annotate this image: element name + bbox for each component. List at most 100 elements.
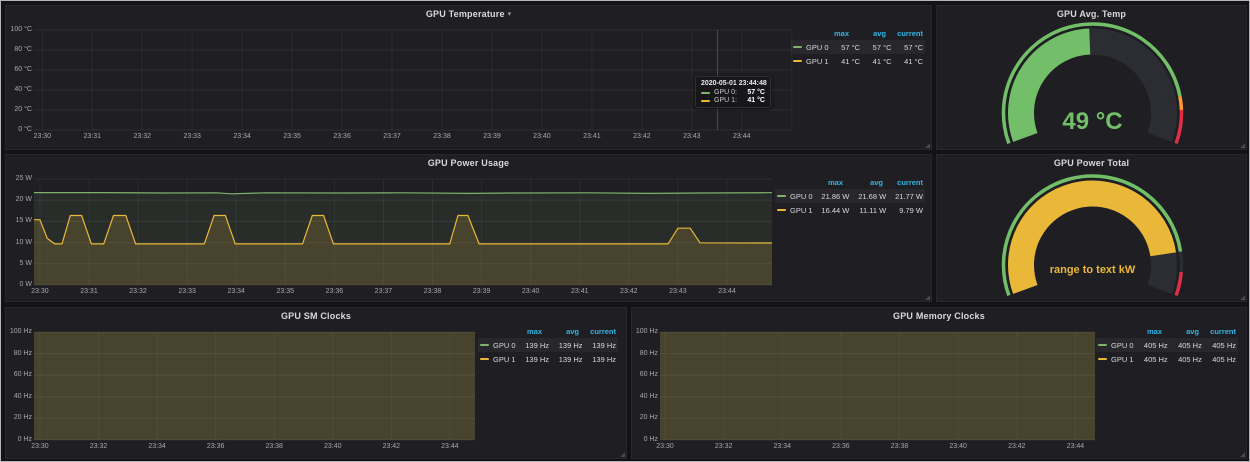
gauge-threshold-arc	[1180, 96, 1182, 110]
y-axis-tick-label: 0 Hz	[7, 436, 32, 443]
legend-gpu-power-usage: max avg current GPU 0 21.86 W 21.68 W 21…	[775, 175, 925, 217]
x-axis-tick-label: 23:30	[649, 443, 681, 450]
legend-header-max[interactable]: max	[1125, 327, 1162, 336]
x-axis-tick-label: 23:37	[367, 288, 399, 295]
x-axis-tick-label: 23:40	[942, 443, 974, 450]
legend-row-gpu1[interactable]: GPU 1 41 °C 41 °C 41 °C	[791, 54, 925, 68]
legend-row-gpu0[interactable]: GPU 0 57 °C 57 °C 57 °C	[791, 40, 925, 54]
y-axis-tick-label: 0 °C	[7, 126, 32, 133]
series-color-dash	[480, 358, 489, 360]
stat-max: 405 Hz	[1134, 341, 1168, 350]
x-axis-tick-label: 23:40	[317, 443, 349, 450]
y-axis-tick-label: 100 Hz	[7, 328, 32, 335]
x-axis-tick-label: 23:42	[626, 133, 658, 140]
tooltip-series-label: GPU 1:	[714, 97, 737, 104]
series-name[interactable]: GPU 1	[1111, 355, 1134, 364]
resize-handle[interactable]	[1239, 451, 1245, 457]
series-name[interactable]: GPU 1	[806, 57, 829, 66]
x-axis-tick-label: 23:39	[476, 133, 508, 140]
gauge-threshold-arc	[1176, 272, 1181, 295]
x-axis-tick-label: 23:38	[884, 443, 916, 450]
stat-max: 21.86 W	[813, 192, 850, 201]
legend-header-current[interactable]: current	[883, 178, 923, 187]
stat-current: 405 Hz	[1202, 355, 1236, 364]
legend-gpu-memory-clocks: max avg current GPU 0 405 Hz 405 Hz 405 …	[1096, 324, 1238, 366]
panel-header[interactable]: GPU Temperature ▾	[6, 6, 931, 22]
x-axis-tick-label: 23:44	[711, 288, 743, 295]
stat-avg: 405 Hz	[1168, 355, 1202, 364]
x-axis-tick-label: 23:36	[326, 133, 358, 140]
panel-title-gpu-power-total[interactable]: GPU Power Total	[1054, 158, 1129, 168]
x-axis-tick-label: 23:44	[434, 443, 466, 450]
x-axis-tick-label: 23:38	[258, 443, 290, 450]
gauge-svg: range to text kW	[937, 171, 1248, 301]
panel-header[interactable]: GPU Power Usage	[6, 155, 931, 171]
legend-row-gpu0[interactable]: GPU 0 139 Hz 139 Hz 139 Hz	[478, 338, 618, 352]
series-name[interactable]: GPU 1	[790, 206, 813, 215]
resize-handle[interactable]	[1239, 294, 1245, 300]
legend-header-current[interactable]: current	[579, 327, 616, 336]
series-name[interactable]: GPU 0	[1111, 341, 1134, 350]
panel-title-gpu-avg-temp[interactable]: GPU Avg. Temp	[1057, 9, 1126, 19]
resize-handle[interactable]	[924, 294, 930, 300]
panel-header[interactable]: GPU Avg. Temp	[937, 6, 1246, 22]
legend-header-current[interactable]: current	[886, 29, 923, 38]
stat-avg: 41 °C	[860, 57, 892, 66]
legend-header-max[interactable]: max	[803, 178, 843, 187]
resize-handle[interactable]	[924, 142, 930, 148]
legend-header-current[interactable]: current	[1199, 327, 1236, 336]
x-axis-tick-label: 23:34	[141, 443, 173, 450]
x-axis-tick-label: 23:33	[171, 288, 203, 295]
panel-title-gpu-power-usage[interactable]: GPU Power Usage	[428, 158, 510, 168]
x-axis-tick-label: 23:34	[766, 443, 798, 450]
legend-header-row: max avg current	[478, 324, 618, 338]
graph-gpu-power-usage[interactable]	[34, 179, 772, 285]
legend-header-row: max avg current	[791, 26, 925, 40]
series-name[interactable]: GPU 1	[493, 355, 516, 364]
x-axis-tick-label: 23:35	[276, 133, 308, 140]
legend-header-avg[interactable]: avg	[1162, 327, 1199, 336]
legend-header-max[interactable]: max	[812, 29, 849, 38]
stat-max: 405 Hz	[1134, 355, 1168, 364]
legend-row-gpu1[interactable]: GPU 1 139 Hz 139 Hz 139 Hz	[478, 352, 618, 366]
gauge-threshold-arc	[1181, 252, 1182, 272]
series-name[interactable]: GPU 0	[806, 43, 829, 52]
stat-current: 9.79 W	[886, 206, 923, 215]
graph-gpu-temperature[interactable]	[34, 30, 791, 130]
x-axis-tick-label: 23:35	[269, 288, 301, 295]
resize-handle[interactable]	[1239, 142, 1245, 148]
legend-header-avg[interactable]: avg	[849, 29, 886, 38]
panel-gpu-avg-temp: GPU Avg. Temp 49 °C	[936, 5, 1247, 150]
stat-current: 405 Hz	[1202, 341, 1236, 350]
panel-header[interactable]: GPU Memory Clocks	[632, 308, 1246, 324]
panel-header[interactable]: GPU SM Clocks	[6, 308, 626, 324]
panel-title-gpu-temperature[interactable]: GPU Temperature	[426, 9, 505, 19]
series-name[interactable]: GPU 0	[790, 192, 813, 201]
tooltip-series-label: GPU 0:	[714, 89, 737, 96]
legend-header-avg[interactable]: avg	[843, 178, 883, 187]
x-axis-tick-label: 23:42	[613, 288, 645, 295]
y-axis-tick-label: 0 Hz	[633, 436, 658, 443]
x-axis-tick-label: 23:38	[426, 133, 458, 140]
legend-row-gpu0[interactable]: GPU 0 21.86 W 21.68 W 21.77 W	[775, 189, 925, 203]
series-color-dash	[701, 92, 710, 94]
panel-header[interactable]: GPU Power Total	[937, 155, 1246, 171]
panel-title-gpu-memory-clocks[interactable]: GPU Memory Clocks	[893, 311, 985, 321]
panel-title-gpu-sm-clocks[interactable]: GPU SM Clocks	[281, 311, 351, 321]
series-name[interactable]: GPU 0	[493, 341, 516, 350]
legend-row-gpu1[interactable]: GPU 1 16.44 W 11.11 W 9.79 W	[775, 203, 925, 217]
series-color-dash	[701, 100, 710, 102]
resize-handle[interactable]	[619, 451, 625, 457]
legend-header-max[interactable]: max	[505, 327, 542, 336]
gauge-value-text: 49 °C	[1062, 108, 1122, 135]
graph-gpu-sm-clocks[interactable]	[34, 332, 475, 440]
graph-gpu-memory-clocks[interactable]	[660, 332, 1095, 440]
y-axis-tick-label: 40 Hz	[633, 393, 658, 400]
series-color-dash	[777, 195, 786, 197]
x-axis-tick-label: 23:34	[226, 133, 258, 140]
legend-row-gpu0[interactable]: GPU 0 405 Hz 405 Hz 405 Hz	[1096, 338, 1238, 352]
legend-row-gpu1[interactable]: GPU 1 405 Hz 405 Hz 405 Hz	[1096, 352, 1238, 366]
gauge-track-arc	[1160, 254, 1164, 289]
legend-header-avg[interactable]: avg	[542, 327, 579, 336]
y-axis-tick-label: 80 Hz	[633, 350, 658, 357]
